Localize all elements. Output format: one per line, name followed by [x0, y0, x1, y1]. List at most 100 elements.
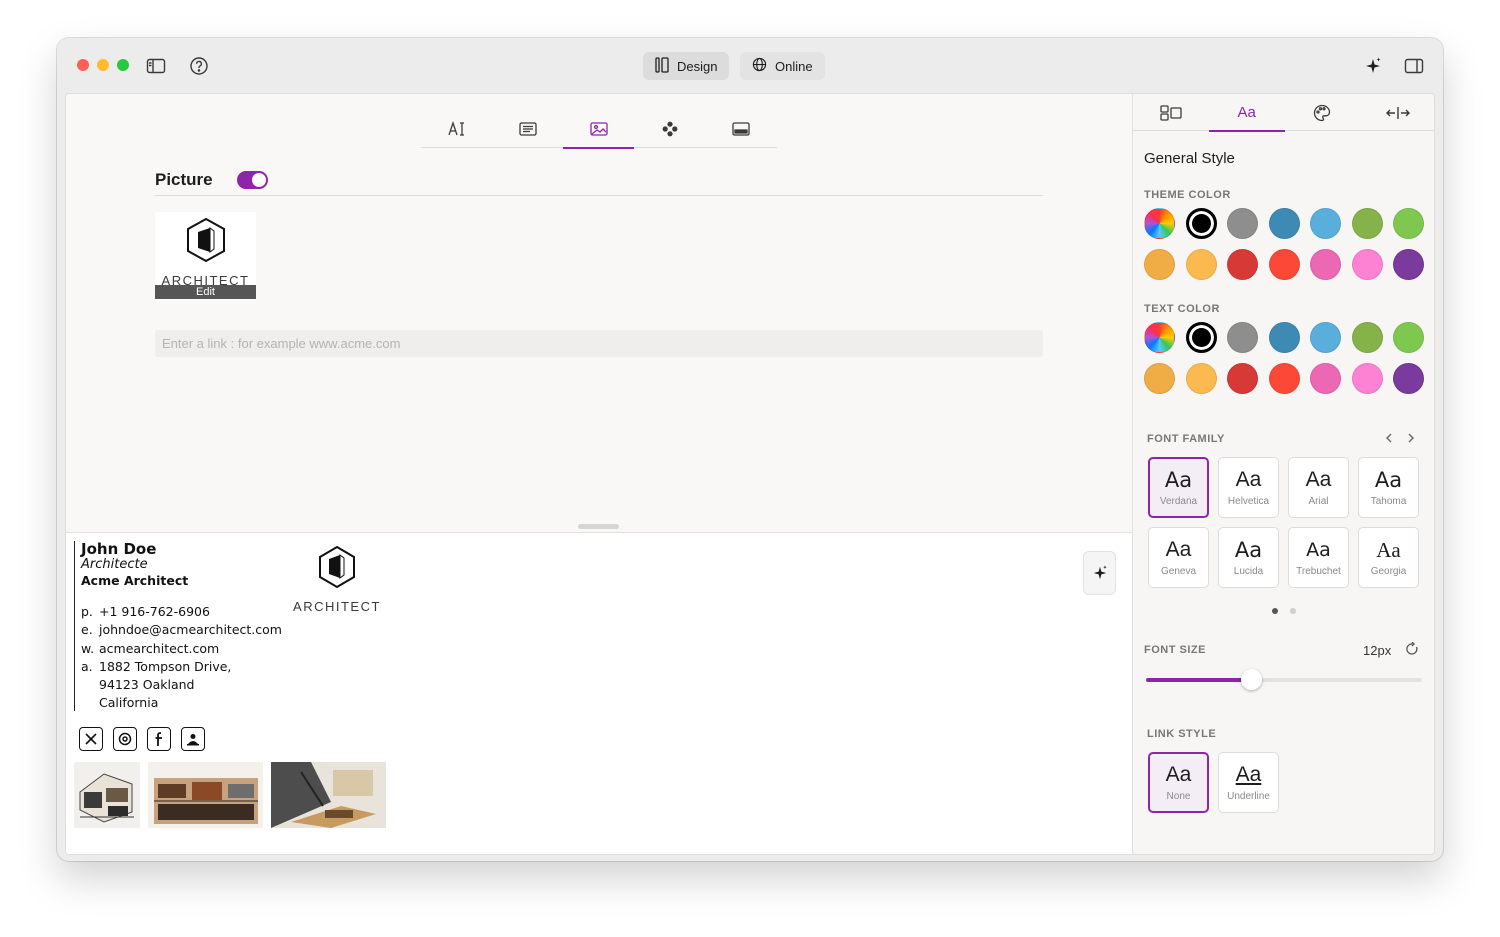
font-option-arial[interactable]: Aa Arial: [1288, 457, 1349, 518]
edit-picture-button[interactable]: Edit: [155, 285, 256, 299]
tab-typography[interactable]: Aa: [1208, 94, 1285, 132]
font-option-tahoma[interactable]: Aa Tahoma: [1358, 457, 1419, 518]
text-color-swatch[interactable]: [1144, 363, 1175, 394]
tab-banner[interactable]: [705, 110, 776, 148]
theme-color-swatch[interactable]: [1393, 249, 1424, 280]
threads-icon[interactable]: [113, 727, 137, 751]
font-option-trebuchet[interactable]: Aa Trebuchet: [1288, 527, 1349, 588]
font-option-lucida[interactable]: Aa Lucida: [1218, 527, 1279, 588]
theme-color-swatch[interactable]: [1393, 208, 1424, 239]
font-option-verdana[interactable]: Aa Verdana: [1148, 457, 1209, 518]
font-size-slider[interactable]: [1146, 669, 1422, 690]
link-style-none[interactable]: Aa None: [1148, 752, 1209, 813]
text-color-swatch[interactable]: [1227, 322, 1258, 353]
list-card-icon: [518, 122, 537, 136]
signature-address-line2: 94123 Oakland: [99, 677, 195, 693]
reset-icon[interactable]: [1406, 641, 1419, 661]
design-label: Design: [677, 58, 718, 74]
text-color-swatch[interactable]: [1268, 322, 1300, 353]
split-resize-handle[interactable]: [578, 524, 619, 529]
close-window-button[interactable]: [77, 59, 89, 71]
link-style-options: Aa None Aa Underline: [1148, 752, 1279, 813]
sidebar-toggle-icon[interactable]: [146, 56, 166, 76]
tab-picture[interactable]: [563, 110, 634, 149]
contact-icon[interactable]: [181, 727, 205, 751]
text-color-swatch[interactable]: [1310, 322, 1341, 353]
theme-color-swatch[interactable]: [1144, 249, 1175, 280]
text-color-swatches: [1144, 322, 1424, 394]
text-color-swatch[interactable]: [1185, 363, 1217, 394]
editor-tabs: [421, 110, 777, 149]
signature-address-line1: 1882 Tompson Drive,: [99, 658, 232, 674]
text-color-swatch[interactable]: [1393, 322, 1424, 353]
tab-social[interactable]: [634, 110, 705, 148]
text-color-swatch-selected[interactable]: [1185, 322, 1217, 353]
font-name: Arial: [1308, 496, 1329, 507]
font-option-helvetica[interactable]: Aa Helvetica: [1218, 457, 1279, 518]
inspector-toggle-icon[interactable]: [1404, 56, 1424, 76]
theme-color-multicolor[interactable]: [1144, 208, 1175, 239]
width-arrows-icon: [1386, 106, 1411, 119]
page-dot[interactable]: [1290, 608, 1296, 614]
theme-color-swatch[interactable]: [1351, 208, 1383, 239]
ai-sparkle-button[interactable]: [1083, 551, 1116, 595]
text-color-swatch[interactable]: [1268, 363, 1300, 394]
text-color-swatch[interactable]: [1351, 322, 1383, 353]
signature-website[interactable]: acmearchitect.com: [99, 640, 219, 658]
theme-color-swatch[interactable]: [1185, 249, 1217, 280]
tab-text[interactable]: [421, 110, 492, 148]
theme-color-swatch[interactable]: [1268, 208, 1300, 239]
font-option-georgia[interactable]: Aa Georgia: [1358, 527, 1419, 588]
text-color-swatch[interactable]: [1227, 363, 1258, 394]
signature-email[interactable]: johndoe@acmearchitect.com: [99, 621, 282, 639]
theme-color-swatch[interactable]: [1310, 208, 1341, 239]
design-button[interactable]: Design: [643, 52, 730, 80]
page-dot-active[interactable]: [1272, 608, 1278, 614]
font-size-value: 12px: [1363, 643, 1392, 658]
theme-color-swatch[interactable]: [1227, 249, 1258, 280]
picture-thumbnail[interactable]: ARCHITECT Edit: [155, 212, 256, 300]
text-color-swatch[interactable]: [1351, 363, 1383, 394]
tab-colors[interactable]: [1285, 94, 1361, 131]
picture-section-header: Picture: [155, 164, 1043, 196]
help-icon[interactable]: [189, 56, 209, 76]
palette-icon: [1314, 104, 1331, 121]
signature-phone[interactable]: +1 916-762-6906: [99, 603, 210, 621]
sparkles-icon[interactable]: [1363, 56, 1383, 76]
text-color-multicolor[interactable]: [1144, 322, 1175, 353]
picture-toggle[interactable]: [236, 170, 268, 189]
globe-icon: [752, 57, 767, 75]
online-button[interactable]: Online: [740, 52, 825, 80]
tab-spacing[interactable]: [1360, 94, 1434, 131]
font-family-label: FONT FAMILY: [1147, 433, 1225, 445]
tab-details[interactable]: [492, 110, 563, 148]
x-icon[interactable]: [79, 727, 103, 751]
minimize-window-button[interactable]: [97, 59, 109, 71]
inspector-tabs: Aa: [1133, 94, 1434, 132]
chevron-right-icon[interactable]: [1406, 431, 1416, 449]
titlebar: Design Online: [57, 38, 1443, 94]
zoom-window-button[interactable]: [117, 59, 129, 71]
font-sample: Aa: [1306, 539, 1331, 561]
link-input[interactable]: [155, 330, 1043, 357]
link-style-underline[interactable]: Aa Underline: [1218, 752, 1279, 813]
theme-color-swatch[interactable]: [1310, 249, 1341, 280]
text-color-swatch[interactable]: [1393, 363, 1424, 394]
text-cursor-icon: [447, 121, 464, 136]
facebook-icon[interactable]: [147, 727, 171, 751]
theme-color-swatch-selected[interactable]: [1185, 208, 1217, 239]
font-size-slider-thumb[interactable]: [1240, 669, 1262, 690]
theme-color-swatch[interactable]: [1268, 249, 1300, 280]
panel-title: General Style: [1144, 150, 1235, 167]
theme-color-swatch[interactable]: [1351, 249, 1383, 280]
theme-color-swatch[interactable]: [1227, 208, 1258, 239]
font-size-slider-fill: [1146, 678, 1251, 682]
chevron-left-icon[interactable]: [1384, 431, 1394, 449]
signature-company: Acme Architect: [81, 573, 189, 588]
font-option-geneva[interactable]: Aa Geneva: [1148, 527, 1209, 588]
content-area: Picture ARCHITECT Edit John Doe Architec…: [65, 93, 1435, 855]
text-color-label: TEXT COLOR: [1144, 303, 1220, 315]
signature-role: Architecte: [81, 557, 148, 572]
text-color-swatch[interactable]: [1310, 363, 1341, 394]
tab-layout[interactable]: [1133, 94, 1209, 131]
